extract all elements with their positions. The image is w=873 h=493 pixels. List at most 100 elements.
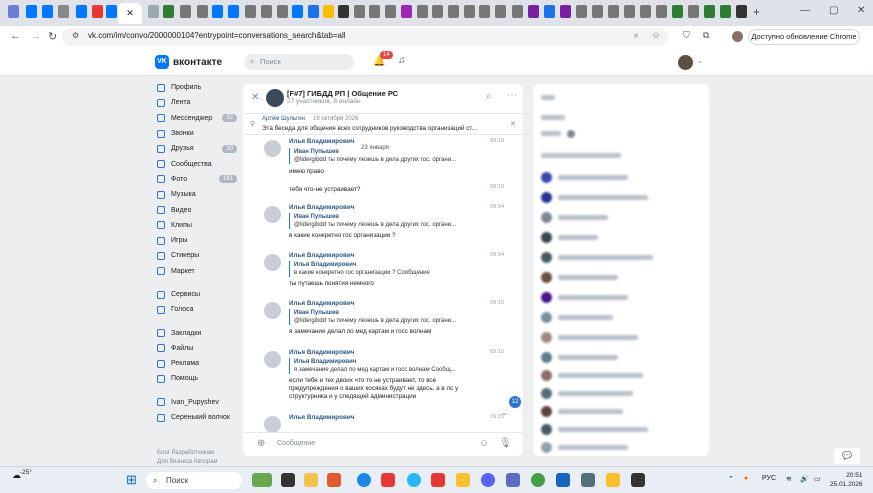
list-item[interactable]	[541, 92, 555, 103]
tab-icon[interactable]	[76, 5, 87, 18]
close-icon[interactable]: ✕	[510, 120, 516, 128]
chrome-icon[interactable]	[531, 473, 545, 487]
tab-icon[interactable]	[106, 5, 117, 18]
avatar[interactable]	[264, 416, 281, 432]
tab-icon[interactable]	[720, 5, 731, 18]
menu-item-messenger[interactable]: Мессенджер 52	[157, 111, 237, 126]
avatar[interactable]	[264, 206, 281, 223]
list-item[interactable]	[541, 112, 565, 123]
tab-icon[interactable]	[479, 5, 490, 18]
vk-logo[interactable]: VK вконтакте	[155, 54, 222, 70]
back-icon[interactable]: ←	[10, 30, 21, 42]
menu-item-profile[interactable]: Профиль	[157, 80, 237, 95]
menu-item-files[interactable]: Файлы	[157, 341, 237, 356]
tab-icon[interactable]	[528, 5, 539, 18]
menu-item-calls[interactable]: Звонки	[157, 126, 237, 141]
unread-badge[interactable]: 12	[509, 396, 521, 408]
menu-item-friends[interactable]: Друзья 30	[157, 141, 237, 156]
list-item[interactable]	[541, 172, 628, 183]
tab-icon[interactable]	[180, 5, 191, 18]
menu-item-serenkiy-volchok[interactable]: Серенький волчок	[157, 410, 237, 425]
wifi-icon[interactable]: ≋	[786, 475, 792, 483]
avatar[interactable]	[264, 140, 281, 157]
menu-item-photos[interactable]: Фото 181	[157, 172, 237, 187]
zoom-icon[interactable]: ⌕	[634, 31, 638, 41]
message-author[interactable]: Илья Владимирович	[289, 138, 354, 145]
taskbar-app-icon[interactable]	[631, 473, 645, 487]
forward-icon[interactable]: →	[30, 30, 41, 42]
more-icon[interactable]: ⋯	[507, 90, 517, 101]
list-item[interactable]	[541, 370, 643, 381]
pinned-message[interactable]: ⚲ Артём Шульгин 19 октября 2026 Эта бесе…	[243, 114, 523, 135]
microphone-icon[interactable]: 🎙	[499, 438, 512, 449]
list-item[interactable]	[541, 406, 623, 417]
reply-quote[interactable]: Иван Пупышев @lidergibdd ты почему лезеш…	[289, 309, 474, 325]
avatar[interactable]	[264, 254, 281, 271]
tab-icon[interactable]	[464, 5, 475, 18]
tab-icon[interactable]	[92, 5, 103, 18]
tab-icon[interactable]	[277, 5, 288, 18]
tab-icon[interactable]	[656, 5, 667, 18]
emoji-icon[interactable]: ☺	[479, 438, 489, 449]
tab-icon[interactable]	[261, 5, 272, 18]
calculator-icon[interactable]	[581, 473, 595, 487]
message-input[interactable]: Сообщение	[277, 440, 315, 447]
menu-item-feed[interactable]: Лента	[157, 95, 237, 110]
tab-icon[interactable]	[448, 5, 459, 18]
tab-icon[interactable]	[672, 5, 683, 18]
list-item[interactable]	[541, 128, 575, 139]
chevron-down-icon[interactable]: ⌄	[501, 408, 508, 417]
discord-icon[interactable]	[481, 473, 495, 487]
volume-icon[interactable]: 🔊	[800, 475, 809, 483]
shield-icon[interactable]: ⛉	[683, 30, 690, 41]
edge-icon[interactable]	[357, 473, 371, 487]
tab-icon[interactable]	[592, 5, 603, 18]
tab-icon[interactable]	[8, 5, 19, 18]
search-icon[interactable]: ⌕	[486, 91, 492, 102]
reply-quote[interactable]: Илья Владимирович в какие конкретно гос …	[289, 261, 474, 277]
reply-quote[interactable]: Иван Пупышев @lidergibdd ты почему лезеш…	[289, 213, 474, 229]
list-item[interactable]	[541, 292, 628, 303]
list-item[interactable]	[541, 212, 608, 223]
tab-icon[interactable]	[42, 5, 53, 18]
menu-item-stickers[interactable]: Стикеры	[157, 248, 237, 263]
message-author[interactable]: Илья Владимирович	[289, 414, 354, 421]
close-window-button[interactable]: ✕	[857, 5, 865, 16]
taskbar-app-icon[interactable]	[381, 473, 395, 487]
tab-icon[interactable]	[624, 5, 635, 18]
taskbar-search[interactable]: Поиск	[146, 472, 242, 489]
reload-icon[interactable]: ↻	[48, 30, 57, 43]
task-view-icon[interactable]	[281, 473, 295, 487]
language-indicator[interactable]: РУС	[762, 475, 776, 482]
chat-avatar[interactable]	[266, 89, 284, 107]
tab-icon[interactable]	[354, 5, 365, 18]
message-author[interactable]: Илья Владимирович	[289, 349, 354, 356]
menu-item-music[interactable]: Музыка	[157, 187, 237, 202]
tab-icon[interactable]	[736, 5, 747, 18]
list-item[interactable]	[541, 272, 618, 283]
menu-item-ads[interactable]: Реклама	[157, 356, 237, 371]
avatar[interactable]	[264, 302, 281, 319]
tab-icon[interactable]	[245, 5, 256, 18]
message-author[interactable]: Илья Владимирович	[289, 252, 354, 259]
attach-plus-icon[interactable]: ⊕	[257, 438, 265, 449]
menu-item-bookmarks[interactable]: Закладки	[157, 325, 237, 340]
chat-bubble-button[interactable]: 💬	[834, 448, 860, 464]
list-item[interactable]	[541, 252, 653, 263]
clock[interactable]: 20:51 25.01.2026	[830, 471, 863, 489]
tab-icon[interactable]	[608, 5, 619, 18]
new-tab-button[interactable]: +	[753, 5, 760, 19]
taskbar-widget-icon[interactable]	[252, 473, 272, 487]
battery-icon[interactable]: ▭	[814, 475, 821, 483]
list-item[interactable]	[541, 424, 648, 435]
avatar[interactable]	[678, 55, 693, 70]
tab-icon[interactable]	[432, 5, 443, 18]
close-icon[interactable]: ✕	[251, 92, 259, 103]
tab-icon[interactable]	[544, 5, 555, 18]
tab-icon[interactable]	[369, 5, 380, 18]
message-author[interactable]: Илья Владимирович	[289, 204, 354, 211]
tab-icon[interactable]	[704, 5, 715, 18]
menu-item-communities[interactable]: Сообщества	[157, 156, 237, 171]
tab-icon[interactable]	[323, 5, 334, 18]
omnibox[interactable]: ⚙ vk.com/im/convo/2000000104?entrypoint=…	[62, 28, 668, 46]
